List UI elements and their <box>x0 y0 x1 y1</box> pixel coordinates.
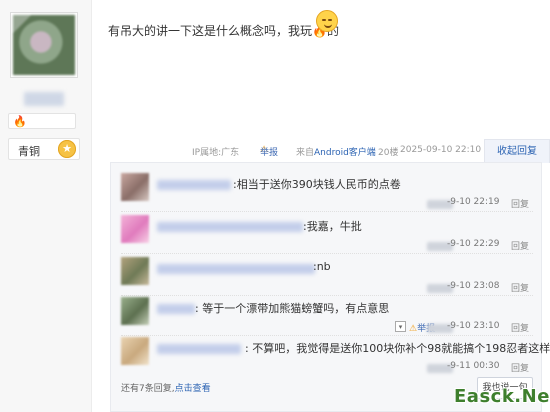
more-replies: 还有7条回复,点击查看 <box>121 381 211 394</box>
source-client-link[interactable]: Android客户端 <box>314 145 376 158</box>
more-replies-text: 还有7条回复, <box>121 384 175 394</box>
view-more-link[interactable]: 点击查看 <box>175 384 211 394</box>
reply-username-blurred[interactable] <box>157 344 241 354</box>
divider <box>121 335 533 336</box>
avatar-image <box>13 15 75 75</box>
reply-text: :nb <box>313 260 331 273</box>
reply-avatar[interactable] <box>121 173 149 201</box>
reply-time: -9-11 00:30 <box>447 361 500 371</box>
post-text-part1: 有吊大的讲一下这是什么概念吗，我玩 <box>108 24 313 38</box>
reply-item: : 不算吧，我觉得是送你100块你补个98就能搞个198忍者这样 -9-11 0… <box>121 337 550 377</box>
post-content: 有吊大的讲一下这是什么概念吗，我玩🔥的 <box>108 22 339 39</box>
reply-text: : 不算吧，我觉得是送你100块你补个98就能搞个198忍者这样 <box>245 342 550 355</box>
reply-text: :相当于送你390块钱人民币的点卷 <box>233 178 401 191</box>
reply-button[interactable]: 回复 <box>511 239 529 252</box>
user-panel: 🔥 青铜 ★ <box>0 0 92 412</box>
reply-item: :我嘉，牛批 -9-10 22:29 回复 <box>121 215 533 255</box>
ip-location: IP属地:广东 <box>192 148 240 158</box>
reply-avatar[interactable] <box>121 215 149 243</box>
reply-button[interactable]: 回复 <box>511 361 529 374</box>
reply-text: :我嘉，牛批 <box>303 220 362 233</box>
post-datetime: 2025-09-10 22:10 <box>400 145 482 155</box>
source-prefix: 来自 <box>296 148 315 158</box>
reply-username-blurred[interactable] <box>157 180 231 190</box>
username-blurred[interactable] <box>24 92 64 106</box>
reply-time: -9-10 23:10 <box>447 321 500 331</box>
flame-icon: 🔥 <box>13 115 27 128</box>
reply-username-blurred[interactable] <box>157 222 303 232</box>
divider <box>121 253 533 254</box>
level-bar: 🔥 <box>8 113 76 129</box>
report-label: 举报 <box>260 148 279 158</box>
reply-text: : 等于一个漂带加熊猫螃蟹吗，有点意思 <box>195 302 390 315</box>
reply-username-blurred[interactable] <box>157 304 195 314</box>
user-avatar[interactable] <box>10 12 78 78</box>
reply-avatar[interactable] <box>121 297 149 325</box>
reply-time: -9-10 22:19 <box>447 197 500 207</box>
warning-icon: ⚠ <box>409 324 418 334</box>
star-badge-icon: ★ <box>58 140 76 158</box>
reply-username-blurred[interactable] <box>157 264 315 274</box>
reply-time: -9-10 23:08 <box>447 281 500 291</box>
reply-item: :nb -9-10 23:08 回复 <box>121 257 533 297</box>
reply-item: : 等于一个漂带加熊猫螃蟹吗，有点意思 ▾ ⚠举报 -9-10 23:10 回复 <box>121 297 533 337</box>
rank-box[interactable]: 青铜 ★ <box>8 138 80 160</box>
rank-label: 青铜 <box>18 145 40 158</box>
floor-number: 20楼 <box>378 148 399 158</box>
divider <box>121 211 533 212</box>
divider <box>121 295 533 296</box>
collapse-replies-button[interactable]: 收起回复 <box>484 139 550 163</box>
reply-box: :相当于送你390块钱人民币的点卷 -9-10 22:19 回复 :我嘉，牛批 … <box>110 162 550 412</box>
reply-button[interactable]: 回复 <box>511 197 529 210</box>
reply-avatar[interactable] <box>121 337 149 365</box>
reply-avatar[interactable] <box>121 257 149 285</box>
reply-item: :相当于送你390块钱人民币的点卷 -9-10 22:19 回复 <box>121 173 533 213</box>
reply-time: -9-10 22:29 <box>447 239 500 249</box>
watermark-logo: Easck.Net <box>454 386 550 407</box>
smiley-emoji-icon <box>316 10 338 32</box>
reply-button[interactable]: 回复 <box>511 321 529 334</box>
chevron-down-icon[interactable]: ▾ <box>395 321 406 332</box>
reply-button[interactable]: 回复 <box>511 281 529 294</box>
